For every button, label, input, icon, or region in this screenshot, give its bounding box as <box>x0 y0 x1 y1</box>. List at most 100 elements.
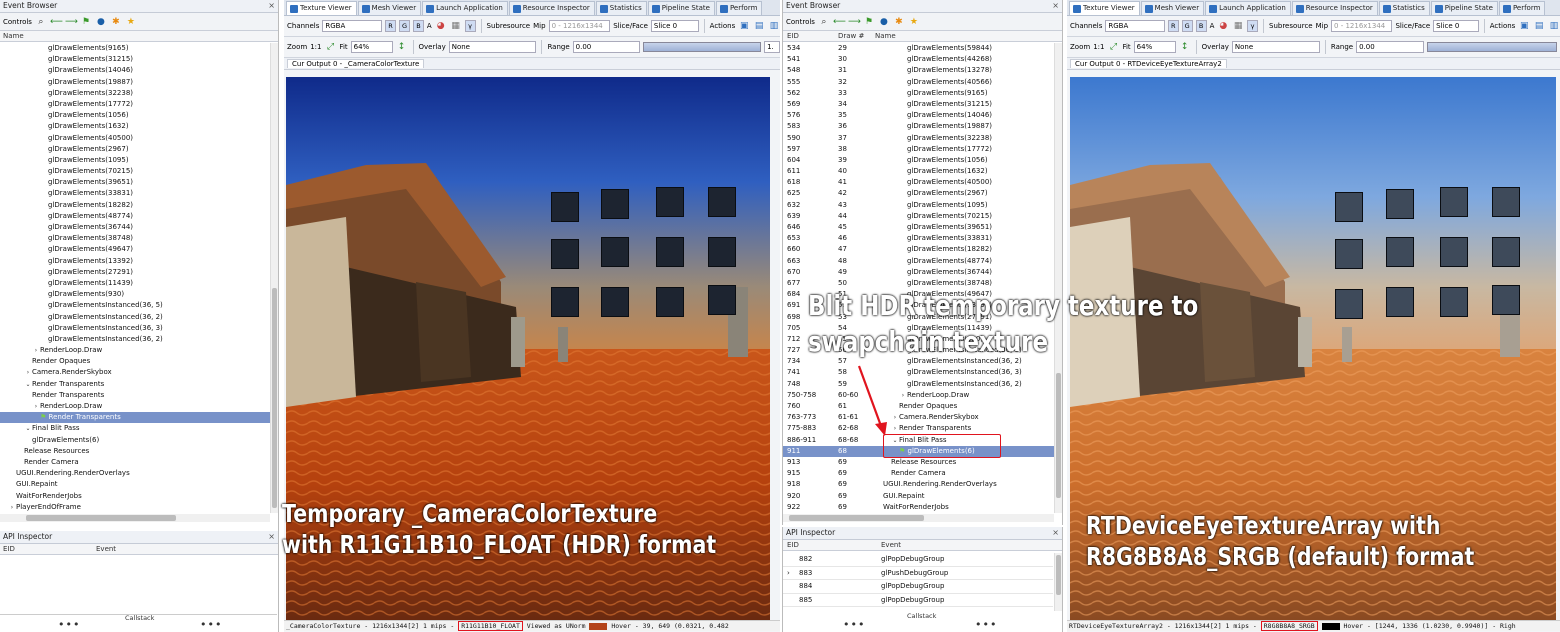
event-row[interactable]: glDrawElements(13392) <box>0 256 270 267</box>
event-row[interactable]: UGUI.Rendering.RenderOverlays <box>0 468 270 479</box>
save-icon[interactable]: ▣ <box>738 20 750 32</box>
event-row[interactable]: 918 69 UGUI.Rendering.RenderOverlays <box>783 479 1054 490</box>
event-row[interactable]: 660 47 glDrawElements(18282) <box>783 244 1054 255</box>
channels-select[interactable]: RGBA <box>1105 20 1165 32</box>
event-row[interactable]: glDrawElements(6) <box>0 435 270 446</box>
event-row[interactable]: glDrawElements(70215) <box>0 166 270 177</box>
event-row[interactable]: 555 32 glDrawElements(40566) <box>783 77 1054 88</box>
vertical-scrollbar[interactable] <box>1054 43 1062 513</box>
api-event-row[interactable]: › 883 glPushDebugGroup <box>783 567 1053 581</box>
event-row[interactable]: 597 38 glDrawElements(17772) <box>783 144 1054 155</box>
api-event-row[interactable]: 882 glPopDebugGroup <box>783 553 1053 567</box>
bookmark-flag-icon[interactable]: ⚑ <box>863 16 875 28</box>
vertical-scrollbar[interactable] <box>1054 553 1062 611</box>
event-row[interactable]: glDrawElements(1095) <box>0 155 270 166</box>
more-dots-left[interactable]: ••• <box>58 618 80 631</box>
tab-statistics[interactable]: Statistics <box>595 1 647 15</box>
channel-r-toggle[interactable]: R <box>385 20 397 32</box>
flip-icon[interactable]: ↕ <box>1179 41 1191 53</box>
chevron-right-icon[interactable]: › <box>787 567 790 581</box>
event-row[interactable]: 663 48 glDrawElements(48774) <box>783 256 1054 267</box>
color-wheel-icon[interactable]: ◕ <box>435 20 447 32</box>
event-row[interactable]: 562 33 glDrawElements(9165) <box>783 88 1054 99</box>
event-row[interactable]: 913 69 Release Resources <box>783 457 1054 468</box>
event-row[interactable]: 632 43 glDrawElements(1095) <box>783 200 1054 211</box>
event-row[interactable]: glDrawElementsInstanced(36, 2) <box>0 334 270 345</box>
event-row[interactable]: 569 34 glDrawElements(31215) <box>783 99 1054 110</box>
arrow-left-icon[interactable]: ⟵ <box>833 16 846 28</box>
chevron-right-icon[interactable]: › <box>24 367 32 378</box>
event-row[interactable]: 534 29 glDrawElements(59844) <box>783 43 1054 54</box>
event-row[interactable]: glDrawElements(2967) <box>0 144 270 155</box>
event-row[interactable]: glDrawElements(1632) <box>0 121 270 132</box>
bookmark-flag-icon[interactable]: ⚑ <box>80 16 92 28</box>
event-row[interactable]: ⌄Final Blit Pass <box>0 423 270 434</box>
event-row[interactable]: glDrawElements(17772) <box>0 99 270 110</box>
close-icon[interactable]: × <box>268 0 275 12</box>
copy-icon[interactable]: ▤ <box>1533 20 1545 32</box>
star-icon[interactable]: ★ <box>908 16 920 28</box>
checker-icon[interactable]: ▦ <box>450 20 462 32</box>
event-row[interactable]: glDrawElements(36744) <box>0 222 270 233</box>
event-row[interactable]: glDrawElements(33831) <box>0 188 270 199</box>
event-row[interactable]: 763-773 61-61 › Camera.RenderSkybox <box>783 412 1054 423</box>
channel-g-toggle[interactable]: G <box>399 20 410 32</box>
mip-select[interactable]: 0 - 1216x1344 <box>548 20 611 32</box>
event-row[interactable]: › Camera.RenderSkybox <box>0 367 270 378</box>
event-row[interactable]: ⌄Render Transparents <box>0 379 270 390</box>
find-icon[interactable]: ⌕ <box>818 16 830 28</box>
chevron-down-icon[interactable]: ⌄ <box>24 379 32 390</box>
channel-g-toggle[interactable]: G <box>1181 20 1193 32</box>
more-dots-left[interactable]: ••• <box>843 618 865 631</box>
range-max-input[interactable]: 1. <box>764 41 780 53</box>
tab-perform[interactable]: Perform <box>1498 1 1546 15</box>
event-row[interactable]: WaitForRenderJobs <box>0 491 270 502</box>
range-min-input[interactable]: 0.00 <box>572 41 641 53</box>
event-row[interactable]: glDrawElements(39651) <box>0 177 270 188</box>
zoom-1to1-button[interactable]: 1:1 <box>310 43 321 51</box>
arrow-left-icon[interactable]: ⟵ <box>50 16 63 28</box>
api-event-list[interactable] <box>0 555 277 615</box>
event-row[interactable]: 922 69 WaitForRenderJobs <box>783 502 1054 513</box>
zoom-select[interactable]: 64% <box>350 41 393 53</box>
event-row[interactable]: 920 69 GUI.Repaint <box>783 491 1054 502</box>
event-row[interactable]: 760 61 Render Opaques <box>783 401 1054 412</box>
close-icon[interactable]: × <box>1052 0 1059 12</box>
timeline-icon[interactable]: ● <box>95 16 107 28</box>
slice-select[interactable]: Slice 0 <box>650 20 699 32</box>
tab-texture-viewer[interactable]: Texture Viewer <box>286 1 357 15</box>
event-row[interactable]: 775-883 62-68 › Render Transparents <box>783 423 1054 434</box>
more-dots-right[interactable]: ••• <box>200 618 222 631</box>
channel-b-toggle[interactable]: B <box>1195 20 1207 32</box>
event-row[interactable]: Render Opaques <box>0 356 270 367</box>
range-slider[interactable] <box>643 42 762 52</box>
event-row[interactable]: 670 49 glDrawElements(36744) <box>783 267 1054 278</box>
range-slider[interactable] <box>1427 42 1558 52</box>
zoom-select[interactable]: 64% <box>1133 41 1176 53</box>
event-row[interactable]: › PlayerEndOfFrame <box>0 502 270 513</box>
event-row[interactable]: 604 39 glDrawElements(1056) <box>783 155 1054 166</box>
timeline-icon[interactable]: ● <box>878 16 890 28</box>
channel-r-toggle[interactable]: R <box>1167 20 1179 32</box>
api-event-row[interactable]: 885 glPopDebugGroup <box>783 594 1053 607</box>
event-row[interactable]: 611 40 glDrawElements(1632) <box>783 166 1054 177</box>
event-row[interactable]: glDrawElements(11439) <box>0 278 270 289</box>
chevron-right-icon[interactable]: › <box>32 345 40 356</box>
mip-select[interactable]: 0 - 1216x1344 <box>1331 20 1393 32</box>
event-row[interactable]: 625 42 glDrawElements(2967) <box>783 188 1054 199</box>
settings-icon[interactable]: ✱ <box>893 16 905 28</box>
close-icon[interactable]: × <box>1052 527 1059 539</box>
event-row[interactable]: glDrawElementsInstanced(36, 5) <box>0 300 270 311</box>
overlay-select[interactable]: None <box>448 41 537 53</box>
range-min-input[interactable]: 0.00 <box>1356 41 1425 53</box>
event-row[interactable]: GUI.Repaint <box>0 479 270 490</box>
event-row[interactable]: glDrawElementsInstanced(36, 3) <box>0 323 270 334</box>
tab-perform[interactable]: Perform <box>715 1 763 15</box>
event-row[interactable]: › RenderLoop.Draw <box>0 345 270 356</box>
event-row[interactable]: glDrawElements(19887) <box>0 77 270 88</box>
zoom-1to1-button[interactable]: 1:1 <box>1093 43 1104 51</box>
channel-b-toggle[interactable]: B <box>412 20 424 32</box>
event-row[interactable]: 915 69 Render Camera <box>783 468 1054 479</box>
output-subtab[interactable]: Cur Output 0 - _CameraColorTexture <box>284 58 780 70</box>
tab-texture-viewer[interactable]: Texture Viewer <box>1069 1 1140 15</box>
